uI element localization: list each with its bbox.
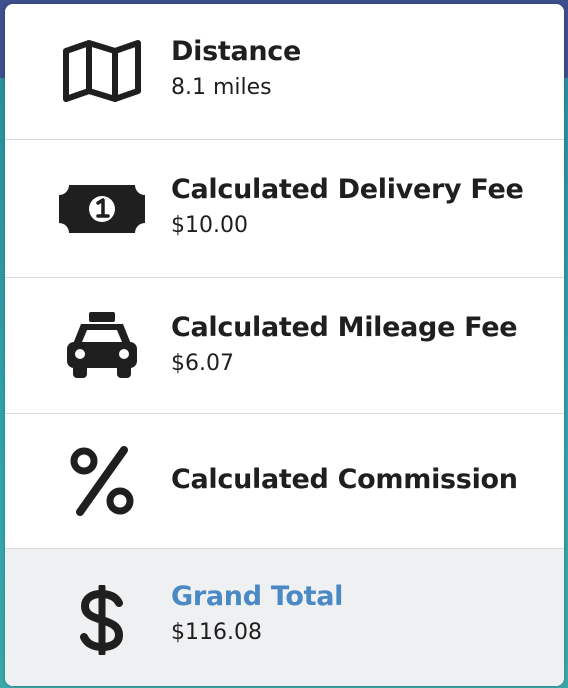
money-bill-icon — [57, 164, 147, 254]
distance-value: 8.1 miles — [171, 75, 272, 100]
mileage-fee-label: Calculated Mileage Fee — [171, 312, 518, 343]
dollar-icon — [57, 575, 147, 665]
summary-row-grand-total: Grand Total $116.08 — [5, 549, 564, 686]
fee-summary-panel: Distance 8.1 miles Calculated Delivery F… — [5, 4, 564, 686]
summary-row-commission: Calculated Commission — [5, 414, 564, 549]
percent-icon — [57, 436, 147, 526]
summary-row-text: Calculated Commission — [171, 464, 518, 495]
summary-row-text: Distance 8.1 miles — [171, 36, 301, 100]
taxi-icon — [57, 300, 147, 390]
commission-label: Calculated Commission — [171, 464, 518, 495]
summary-row-delivery-fee: Calculated Delivery Fee $10.00 — [5, 140, 564, 278]
distance-label: Distance — [171, 36, 302, 67]
delivery-fee-label: Calculated Delivery Fee — [171, 174, 524, 205]
delivery-fee-value: $10.00 — [171, 213, 248, 238]
map-icon — [57, 26, 147, 116]
summary-row-text: Grand Total $116.08 — [171, 581, 343, 645]
summary-row-distance: Distance 8.1 miles — [5, 4, 564, 140]
summary-row-mileage-fee: Calculated Mileage Fee $6.07 — [5, 278, 564, 414]
grand-total-value: $116.08 — [171, 620, 262, 645]
mileage-fee-value: $6.07 — [171, 351, 234, 376]
summary-row-text: Calculated Delivery Fee $10.00 — [171, 174, 524, 238]
grand-total-label: Grand Total — [171, 581, 344, 612]
summary-row-text: Calculated Mileage Fee $6.07 — [171, 312, 518, 376]
